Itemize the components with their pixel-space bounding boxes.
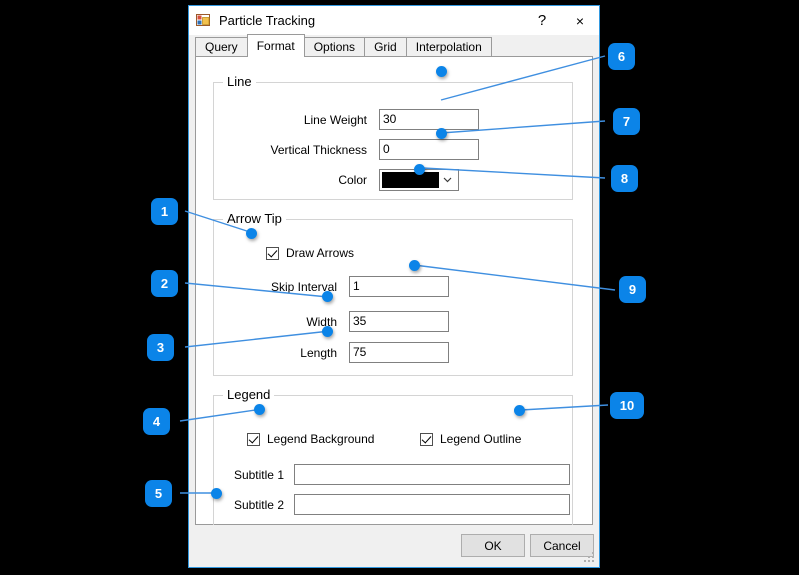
- legend-background-row[interactable]: Legend Background: [247, 432, 374, 446]
- color-swatch: [382, 172, 439, 188]
- skip-interval-label: Skip Interval: [270, 279, 337, 294]
- format-tab-page: Line Line Weight 30 Vertical Thickness 0…: [195, 56, 593, 527]
- length-textbox[interactable]: 75: [349, 342, 449, 363]
- line-weight-label: Line Weight: [303, 112, 367, 127]
- particle-tracking-dialog: Particle Tracking ? × Query Format Optio…: [188, 5, 600, 568]
- color-row: Color: [247, 169, 459, 191]
- subtitle-2-row: Subtitle 2: [214, 494, 570, 515]
- tab-grid[interactable]: Grid: [364, 37, 407, 57]
- width-label: Width: [306, 314, 337, 329]
- resize-grip[interactable]: [584, 552, 596, 564]
- legend-outline-label: Legend Outline: [440, 432, 522, 446]
- skip-interval-row: Skip Interval 1: [247, 276, 449, 297]
- callout-badge-5[interactable]: 5: [145, 480, 172, 507]
- callout-badge-10[interactable]: 10: [610, 392, 644, 419]
- tab-query[interactable]: Query: [195, 37, 248, 57]
- line-group-title: Line: [223, 74, 256, 89]
- arrow-tip-group: Arrow Tip Draw Arrows Skip Interval 1 Wi…: [213, 211, 573, 376]
- vertical-thickness-textbox[interactable]: 0: [379, 139, 479, 160]
- line-weight-row: Line Weight 30: [247, 109, 479, 130]
- arrow-tip-group-title: Arrow Tip: [223, 211, 286, 226]
- title-bar[interactable]: Particle Tracking ? ×: [189, 6, 599, 35]
- subtitle-1-textbox[interactable]: [294, 464, 570, 485]
- callout-badge-4[interactable]: 4: [143, 408, 170, 435]
- tab-interpolation[interactable]: Interpolation: [405, 37, 492, 57]
- legend-outline-checkbox[interactable]: [420, 432, 433, 446]
- callout-badge-1[interactable]: 1: [151, 198, 178, 225]
- ok-button[interactable]: OK: [461, 534, 525, 557]
- legend-background-label: Legend Background: [267, 432, 375, 446]
- subtitle-2-label: Subtitle 2: [233, 497, 284, 512]
- skip-interval-textbox[interactable]: 1: [349, 276, 449, 297]
- legend-group: Legend Legend Background Legend Outline …: [213, 387, 573, 527]
- dialog-footer: OK Cancel: [189, 525, 599, 567]
- callout-badge-2[interactable]: 2: [151, 270, 178, 297]
- form-designer-icon: [196, 13, 212, 29]
- vertical-thickness-row: Vertical Thickness 0: [247, 139, 479, 160]
- subtitle-1-row: Subtitle 1: [214, 464, 570, 485]
- help-button[interactable]: ?: [523, 6, 561, 35]
- draw-arrows-label: Draw Arrows: [286, 246, 355, 260]
- legend-group-title: Legend: [223, 387, 275, 402]
- subtitle-1-label: Subtitle 1: [233, 467, 284, 482]
- vertical-thickness-label: Vertical Thickness: [270, 142, 368, 157]
- legend-outline-row[interactable]: Legend Outline: [420, 432, 521, 446]
- tab-options[interactable]: Options: [303, 37, 366, 57]
- callout-badge-8[interactable]: 8: [611, 165, 638, 192]
- window-title: Particle Tracking: [219, 13, 316, 28]
- tab-format[interactable]: Format: [246, 34, 305, 57]
- tab-strip: Query Format Options Grid Interpolation: [189, 34, 599, 57]
- line-group: Line Line Weight 30 Vertical Thickness 0…: [213, 74, 573, 200]
- color-label: Color: [338, 173, 367, 187]
- width-textbox[interactable]: 35: [349, 311, 449, 332]
- width-row: Width 35: [247, 311, 449, 332]
- color-combobox[interactable]: [379, 169, 459, 191]
- callout-badge-9[interactable]: 9: [619, 276, 646, 303]
- legend-background-checkbox[interactable]: [247, 432, 260, 446]
- draw-arrows-row[interactable]: Draw Arrows: [266, 246, 354, 260]
- length-row: Length 75: [247, 342, 449, 363]
- draw-arrows-checkbox[interactable]: [266, 246, 279, 260]
- callout-badge-7[interactable]: 7: [613, 108, 640, 135]
- close-icon[interactable]: ×: [561, 6, 599, 35]
- callout-badge-6[interactable]: 6: [608, 43, 635, 70]
- line-weight-textbox[interactable]: 30: [379, 109, 479, 130]
- window-controls: ? ×: [523, 6, 599, 35]
- chevron-down-icon[interactable]: [439, 177, 456, 183]
- length-label: Length: [300, 345, 337, 360]
- subtitle-2-textbox[interactable]: [294, 494, 570, 515]
- callout-badge-3[interactable]: 3: [147, 334, 174, 361]
